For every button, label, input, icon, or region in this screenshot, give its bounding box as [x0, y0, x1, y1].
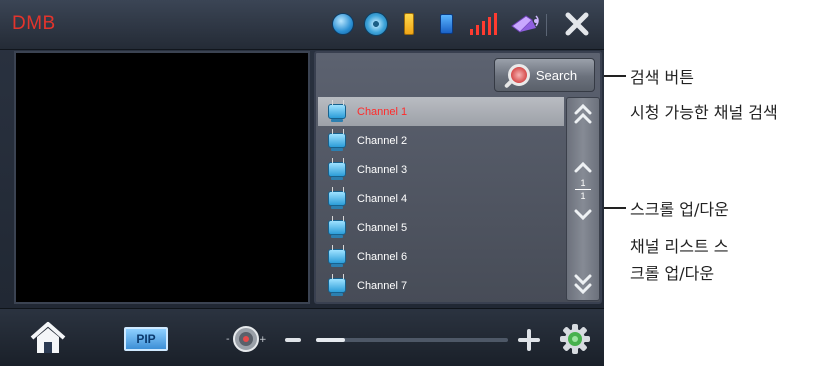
page-indicator: 1 1: [575, 178, 591, 201]
home-icon[interactable]: [28, 321, 68, 355]
svg-text:-: -: [226, 334, 230, 345]
close-icon[interactable]: [560, 10, 594, 38]
chevron-up-icon[interactable]: [567, 158, 599, 176]
channel-label: Channel 4: [357, 192, 408, 205]
channel-label: Channel 1: [357, 105, 408, 118]
channel-label: Channel 3: [357, 163, 408, 176]
search-button-label: Search: [535, 67, 578, 83]
channel-list: Channel 1 Channel 2 Channel 3 Channel 4 …: [318, 97, 564, 300]
channel-item[interactable]: Channel 3: [318, 155, 564, 184]
volume-knob-icon[interactable]: - +: [226, 323, 267, 355]
channel-item[interactable]: Channel 4: [318, 184, 564, 213]
channel-item[interactable]: Channel 2: [318, 126, 564, 155]
volume-up-icon[interactable]: [518, 329, 540, 351]
tv-icon: [328, 162, 346, 180]
channel-label: Channel 5: [357, 221, 408, 234]
channel-item[interactable]: Channel 6: [318, 242, 564, 271]
search-callout-desc: 시청 가능한 채널 검색: [630, 103, 778, 122]
double-chevron-down-icon[interactable]: [567, 274, 599, 297]
channel-label: Channel 6: [357, 250, 408, 263]
battery-icon: [402, 10, 416, 38]
tv-icon: [328, 249, 346, 267]
tv-icon: [328, 133, 346, 151]
gear-icon[interactable]: [558, 323, 592, 355]
channel-label: Channel 7: [357, 279, 408, 292]
satellite-icon: [509, 10, 543, 38]
volume-slider[interactable]: [316, 338, 508, 342]
pip-button[interactable]: PIP: [124, 327, 168, 351]
page-total: 1: [580, 191, 586, 201]
channel-item[interactable]: Channel 5: [318, 213, 564, 242]
video-display[interactable]: [14, 51, 310, 304]
channel-item[interactable]: Channel 7: [318, 271, 564, 300]
channel-item[interactable]: Channel 1: [318, 97, 564, 126]
globe-icon: [330, 10, 356, 38]
double-chevron-up-icon[interactable]: [567, 103, 599, 127]
scroll-callout-desc-1: 채널 리스트 스: [630, 237, 729, 256]
bottom-bar: PIP - +: [0, 308, 604, 366]
scroll-callout-line: [604, 207, 626, 209]
top-bar: DMB: [0, 0, 604, 50]
channel-label: Channel 2: [357, 134, 408, 147]
tv-icon: [328, 191, 346, 209]
scroll-callout-desc-2: 크롤 업/다운: [630, 264, 715, 283]
chevron-down-icon[interactable]: [567, 206, 599, 224]
page-current: 1: [580, 178, 586, 188]
top-bar-divider: [546, 14, 547, 36]
scroll-column: 1 1: [566, 97, 600, 301]
tv-icon: [328, 278, 346, 296]
search-button[interactable]: Search: [494, 58, 595, 92]
dmb-screen: DMB Search Channel 1 Channel 2 Channel 3…: [0, 0, 604, 366]
search-callout-title: 검색 버튼: [630, 68, 694, 87]
card-icon: [438, 10, 454, 38]
volume-down-icon[interactable]: [285, 338, 301, 342]
channel-panel: Search Channel 1 Channel 2 Channel 3 Cha…: [314, 51, 602, 304]
magnifier-icon: [507, 64, 530, 86]
svg-text:+: +: [259, 335, 266, 345]
tv-icon: [328, 220, 346, 238]
app-title: DMB: [12, 13, 56, 34]
tv-icon: [328, 104, 346, 122]
disc-icon: [362, 10, 390, 38]
search-callout-line: [604, 75, 626, 77]
volume-slider-fill: [316, 338, 345, 342]
scroll-callout-title: 스크롤 업/다운: [630, 200, 729, 219]
signal-icon: [466, 10, 500, 38]
